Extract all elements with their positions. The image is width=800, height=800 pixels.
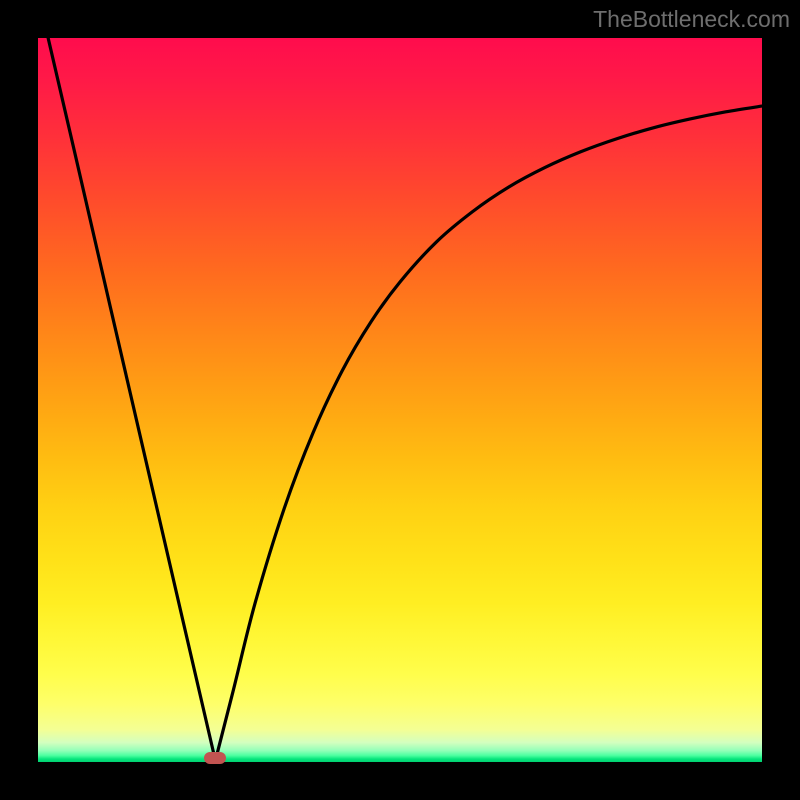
chart-frame: TheBottleneck.com: [0, 0, 800, 800]
watermark-text: TheBottleneck.com: [593, 6, 790, 33]
bottleneck-curve: [38, 38, 762, 762]
minimum-marker: [204, 752, 226, 764]
plot-area: [38, 38, 762, 762]
